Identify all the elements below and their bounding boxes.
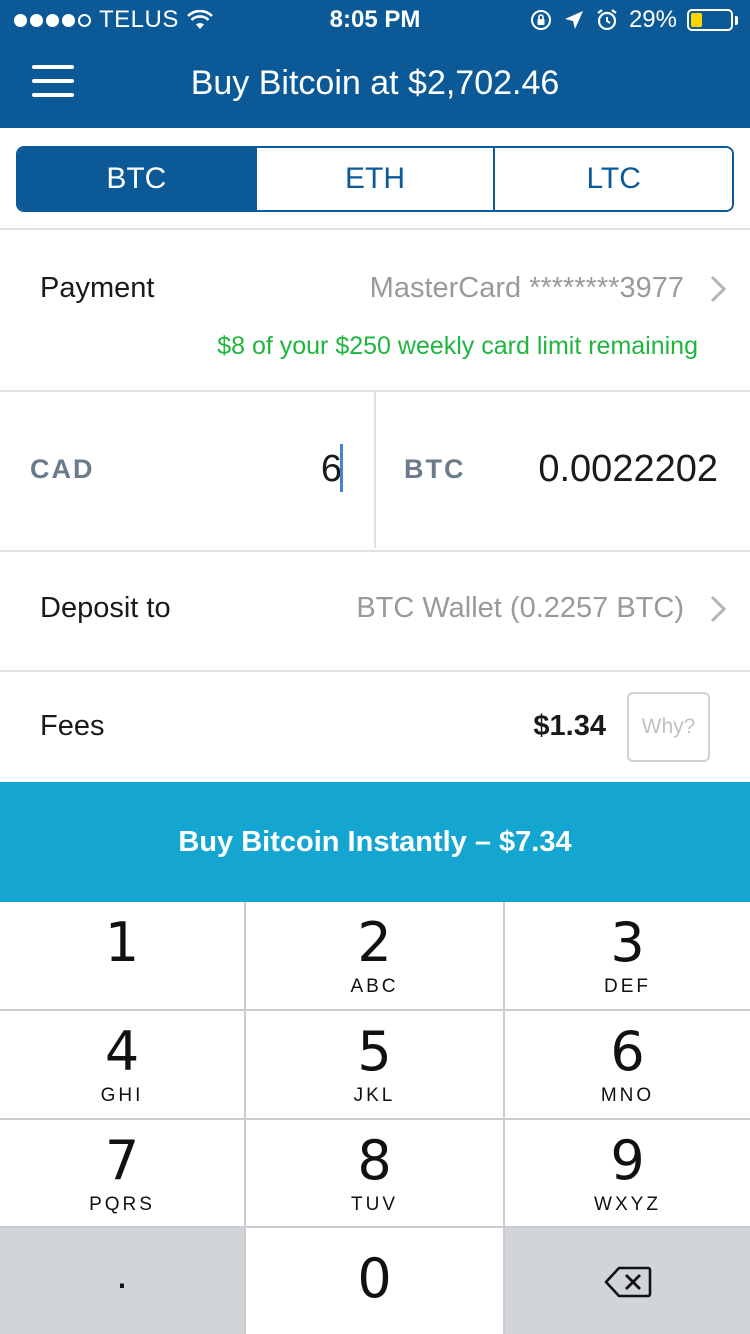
orientation-lock-icon — [530, 10, 551, 30]
tab-btc[interactable]: BTC — [18, 148, 255, 210]
nav-bar: Buy Bitcoin at $2,702.46 — [0, 40, 750, 128]
battery-percent: 29% — [628, 6, 677, 33]
currency-tabs: BTC ETH LTC — [16, 146, 734, 212]
crypto-currency-label: BTC — [404, 454, 466, 484]
fees-label: Fees — [40, 710, 105, 742]
fiat-amount-input[interactable]: 6 — [321, 448, 342, 491]
card-limit-note: $8 of your $250 weekly card limit remain… — [217, 332, 698, 360]
key-1[interactable]: 1 — [0, 902, 244, 1009]
backspace-icon — [604, 1266, 651, 1298]
status-bar: TELUS 8:05 PM 29% — [0, 0, 750, 40]
deposit-label: Deposit to — [40, 592, 171, 624]
divider — [374, 392, 376, 548]
key-7[interactable]: 7 PQRS — [0, 1120, 244, 1226]
key-0[interactable]: 0 — [246, 1228, 503, 1334]
chevron-right-icon — [710, 275, 727, 303]
key-5[interactable]: 5 JKL — [246, 1011, 503, 1118]
key-backspace[interactable] — [505, 1228, 750, 1334]
divider — [0, 670, 750, 672]
tab-eth[interactable]: ETH — [254, 148, 494, 210]
key-9[interactable]: 9 WXYZ — [505, 1120, 750, 1226]
divider — [0, 550, 750, 552]
key-6[interactable]: 6 MNO — [505, 1011, 750, 1118]
key-8[interactable]: 8 TUV — [246, 1120, 503, 1226]
buy-instantly-button[interactable]: Buy Bitcoin Instantly – $7.34 — [0, 782, 750, 902]
status-right: 29% — [529, 6, 738, 34]
numeric-keypad: 1 2 ABC 3 DEF 4 GHI 5 JKL 6 MNO 7 PQRS 8… — [0, 902, 750, 1334]
payment-label: Payment — [40, 272, 155, 304]
deposit-wallet-value: BTC Wallet (0.2257 BTC) — [356, 592, 684, 624]
page-title: Buy Bitcoin at $2,702.46 — [190, 64, 560, 102]
key-3[interactable]: 3 DEF — [505, 902, 750, 1009]
chevron-right-icon — [710, 595, 727, 623]
key-decimal[interactable]: . — [0, 1228, 244, 1334]
key-2[interactable]: 2 ABC — [246, 902, 503, 1009]
text-cursor — [340, 444, 343, 492]
fees-amount: $1.34 — [533, 710, 606, 742]
crypto-amount-input[interactable]: 0.0022202 — [538, 448, 718, 491]
amount-row: CAD 6 BTC 0.0022202 — [0, 392, 750, 550]
fiat-currency-label: CAD — [30, 454, 95, 484]
battery-icon — [687, 9, 738, 31]
alarm-icon — [597, 9, 617, 31]
location-arrow-icon — [564, 11, 583, 29]
tab-ltc[interactable]: LTC — [493, 148, 732, 210]
divider — [0, 228, 750, 230]
payment-method-value: MasterCard ********3977 — [369, 272, 684, 304]
top-bar: TELUS 8:05 PM 29% Buy Bitcoin at $2,702.… — [0, 0, 750, 128]
why-button[interactable]: Why? — [627, 692, 710, 762]
key-4[interactable]: 4 GHI — [0, 1011, 244, 1118]
